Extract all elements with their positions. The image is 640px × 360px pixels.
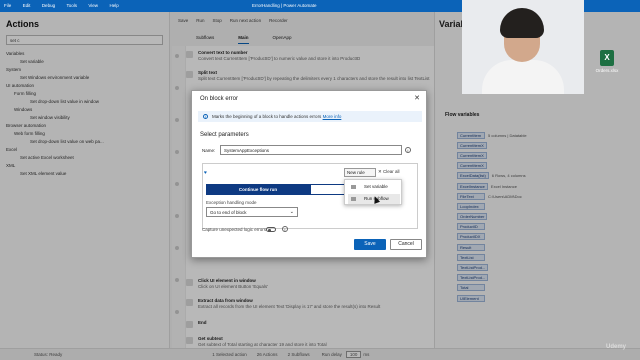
run-icon <box>351 197 356 201</box>
menu-file[interactable]: File <box>4 3 11 8</box>
webcam-video <box>462 0 584 94</box>
desktop-file-icon[interactable]: X Orders.xlsx <box>592 50 622 73</box>
info-text: Marks the beginning of a block to handle… <box>212 114 322 119</box>
menu-help[interactable]: Help <box>109 3 118 8</box>
menu-debug[interactable]: Debug <box>42 3 55 8</box>
chevron-down-icon: ⌄ <box>289 209 294 215</box>
help-icon[interactable]: i <box>405 147 411 153</box>
info-banner: i Marks the beginning of a block to hand… <box>198 111 422 122</box>
toggle-knob <box>268 229 271 232</box>
on-block-error-dialog: On block error ✕ i Marks the beginning o… <box>191 90 427 258</box>
presenter-shirt <box>482 60 564 94</box>
name-label: Name: <box>202 148 216 153</box>
udemy-watermark: Udemy <box>606 344 627 350</box>
more-info-link[interactable]: More info <box>323 114 342 119</box>
menu-tools[interactable]: Tools <box>66 3 77 8</box>
exception-mode-select[interactable]: Go to end of block ⌄ <box>206 207 298 217</box>
clear-all-button[interactable]: ✕ Clear all <box>378 169 400 175</box>
menu-edit[interactable]: Edit <box>23 3 31 8</box>
help-icon[interactable]: i <box>282 226 288 232</box>
presenter-hair <box>500 8 544 38</box>
name-input[interactable]: SystemAppExceptions <box>220 145 402 155</box>
heart-icon: ♥ <box>204 170 207 176</box>
window-title: ErrorHandling | Power Automate <box>252 3 317 8</box>
capture-errors-label: Capture unexpected logic errors <box>202 227 267 232</box>
info-icon: i <box>203 114 208 119</box>
excel-icon: X <box>600 50 614 66</box>
capture-errors-toggle[interactable] <box>266 227 276 232</box>
cancel-button[interactable]: Cancel <box>390 239 422 250</box>
variable-icon <box>351 185 356 189</box>
dialog-title: On block error <box>200 96 239 102</box>
exception-mode-value: Go to end of block <box>210 210 247 215</box>
continue-flow-run-tab[interactable]: Continue flow run <box>206 184 310 195</box>
close-icon[interactable]: ✕ <box>414 94 420 102</box>
save-button[interactable]: Save <box>354 239 386 250</box>
popup-set-variable[interactable]: Set variable <box>348 182 400 192</box>
exception-mode-label: Exception handling mode <box>206 200 257 205</box>
popup-item-label: Set variable <box>364 184 388 189</box>
menu-view[interactable]: View <box>88 3 98 8</box>
menu-bar: File Edit Debug Tools View Help <box>0 3 125 9</box>
clear-all-label: Clear all <box>383 169 400 174</box>
new-rule-button[interactable]: New rule <box>344 168 376 177</box>
select-parameters-heading: Select parameters <box>200 132 249 138</box>
desktop-file-label: Orders.xlsx <box>595 68 619 73</box>
